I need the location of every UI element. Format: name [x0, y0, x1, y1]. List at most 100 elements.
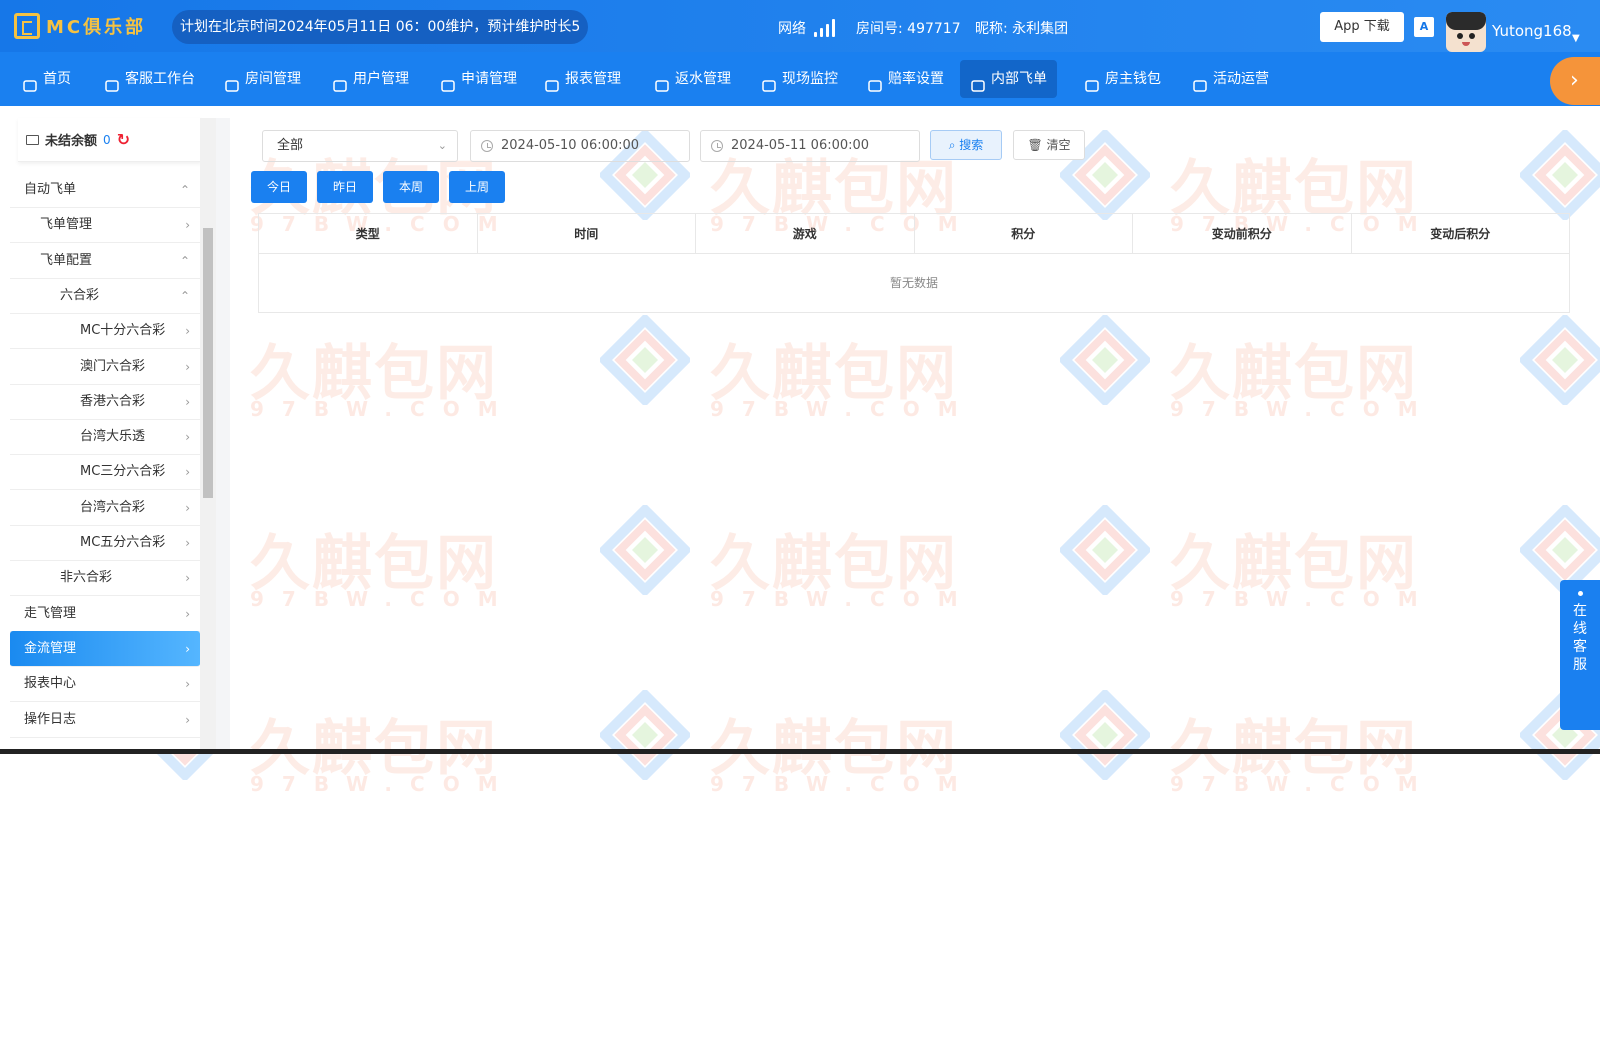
sidebar-item[interactable]: 走飞管理 › [10, 596, 200, 632]
nav-item[interactable]: 房间管理 [214, 60, 311, 98]
sidebar-item[interactable]: 香港六合彩 › [10, 384, 200, 420]
clear-button[interactable]: 🗑 清空 [1013, 130, 1085, 160]
column-header: 类型 [259, 214, 478, 253]
end-date-input[interactable]: 2024-05-11 06:00:00 [700, 130, 920, 162]
translate-icon[interactable]: A [1414, 17, 1434, 37]
shield-icon [867, 71, 883, 92]
start-date-input[interactable]: 2024-05-10 06:00:00 [470, 130, 690, 162]
app-download-button[interactable]: App 下载 [1320, 12, 1404, 42]
end-date-value: 2024-05-11 06:00:00 [731, 138, 870, 153]
sidebar-item[interactable]: 澳门六合彩 › [10, 349, 200, 385]
sidebar-item-label: MC十分六合彩 [80, 323, 166, 339]
sidebar-item-label: 飞单配置 [40, 252, 93, 268]
nav-item[interactable]: 活动运营 [1182, 60, 1279, 98]
chevron-right-icon: › [185, 712, 190, 727]
watermark-logo [1517, 127, 1600, 223]
sidebar-item[interactable]: 台湾大乐透 › [10, 419, 200, 456]
watermark-subtext: 97BW.COM [710, 397, 976, 421]
nav-item-label: 首页 [43, 71, 71, 87]
caret-down-icon[interactable]: ▼ [1572, 33, 1580, 44]
balance-label: 未结余额 [45, 134, 98, 149]
nav-item-label: 申请管理 [461, 71, 517, 87]
watermark-text: 久麒包网 [250, 339, 498, 409]
unsettled-balance: 未结余额 0 ↻ [18, 118, 202, 162]
logo-text: MC俱乐部 [46, 17, 147, 38]
nav-item[interactable]: 内部飞单 [960, 60, 1057, 98]
chevron-right-icon: › [185, 359, 190, 374]
sidebar-scrollbar[interactable] [200, 118, 216, 754]
chevron-up-icon: ⌃ [179, 253, 190, 268]
sidebar-item[interactable]: 台湾六合彩 › [10, 490, 200, 526]
sidebar-item[interactable]: MC十分六合彩 › [10, 313, 200, 350]
watermark-logo [1057, 502, 1153, 598]
trash-icon: 🗑 [1027, 138, 1043, 152]
scroll-thumb[interactable] [203, 228, 213, 498]
nav-item[interactable]: 用户管理 [322, 60, 419, 98]
chevron-right-icon: › [185, 465, 190, 480]
sidebar-item[interactable]: 非六合彩 › [10, 560, 200, 597]
yesterday-button[interactable]: 昨日 [317, 171, 373, 203]
activity-icon [1192, 71, 1208, 92]
last-week-button[interactable]: 上周 [449, 171, 505, 203]
start-date-value: 2024-05-10 06:00:00 [501, 138, 640, 153]
chevron-up-icon: ⌃ [179, 183, 190, 197]
watermark-text: 久麒包网 [250, 714, 498, 784]
sidebar-item[interactable]: MC五分六合彩 › [10, 525, 200, 561]
type-select[interactable]: 全部 ⌄ [262, 130, 458, 162]
sidebar-item[interactable]: 操作日志 › [10, 702, 200, 738]
nav-item[interactable]: 报表管理 [534, 60, 631, 98]
sidebar-item[interactable]: MC三分六合彩 › [10, 454, 200, 491]
sidebar-item-label: 自动飞单 [24, 182, 77, 197]
chevron-down-icon: ⌄ [437, 139, 447, 152]
tag-icon [654, 71, 670, 92]
watermark-text: 久麒包网 [1170, 339, 1418, 409]
nav-item-label: 内部飞单 [991, 71, 1047, 87]
nav-item[interactable]: 客服工作台 [94, 60, 205, 98]
chevron-right-icon: › [185, 218, 190, 233]
sidebar-item[interactable]: 自动飞单 ⌃ [10, 172, 200, 208]
data-table: 类型 时间 游戏 积分 变动前积分 变动后积分 暂无数据 [258, 213, 1570, 313]
column-header: 变动后积分 [1430, 227, 1491, 241]
this-week-button[interactable]: 本周 [383, 171, 439, 203]
chevron-right-icon[interactable]: › [1550, 57, 1600, 105]
balance-value: 0 [103, 132, 111, 147]
sidebar-item[interactable]: 六合彩 ⌃ [10, 278, 200, 314]
today-button[interactable]: 今日 [251, 171, 307, 203]
online-service-label: 在线客服 [1573, 603, 1587, 673]
nav-item-label: 报表管理 [565, 71, 621, 87]
watermark-text: 久麒包网 [710, 339, 958, 409]
nav-item[interactable]: 房主钱包 [1074, 60, 1171, 98]
watermark-text: 久麒包网 [1170, 714, 1418, 784]
nav-item[interactable]: 赔率设置 [857, 60, 954, 98]
empty-state: 暂无数据 [889, 276, 938, 290]
top-bar: MC俱乐部 计划在北京时间2024年05月11日 06：00维护，预计维护时长5… [0, 0, 1600, 52]
refresh-icon[interactable]: ↻ [117, 130, 130, 149]
sidebar-item[interactable]: 飞单管理 › [10, 207, 200, 244]
nav-item[interactable]: 首页 [12, 60, 81, 98]
watermark-subtext: 97BW.COM [250, 397, 516, 421]
watermark-logo [597, 312, 693, 408]
nav-item[interactable]: 现场监控 [751, 60, 848, 98]
avatar[interactable] [1446, 12, 1486, 52]
network-status: 网络 [778, 18, 835, 38]
nav-item[interactable]: 返水管理 [644, 60, 741, 98]
sidebar-item[interactable]: 金流管理 › [10, 630, 200, 667]
nav-item[interactable]: 申请管理 [430, 60, 527, 98]
sidebar-item-label: MC三分六合彩 [80, 464, 166, 480]
sidebar-item[interactable]: 飞单配置 ⌃ [10, 243, 200, 279]
clear-label: 清空 [1046, 138, 1071, 152]
online-service-button[interactable]: 在线客服 [1560, 580, 1600, 730]
search-button[interactable]: ⌕ 搜索 [930, 130, 1002, 160]
sidebar-item-label: 报表中心 [24, 676, 77, 692]
sidebar: 未结余额 0 ↻ 自动飞单 ⌃ 飞单管理 › 飞单配置 ⌃ 六合彩 ⌃ MC十分六合彩 › 澳门六合… [10, 118, 210, 754]
wallet-icon [1084, 71, 1100, 92]
divider [216, 118, 230, 754]
watermark-subtext: 97BW.COM [1170, 397, 1436, 421]
sidebar-item[interactable]: 报表中心 › [10, 666, 200, 703]
chevron-right-icon: › [185, 571, 190, 586]
nickname: 昵称: 永利集团 [975, 21, 1069, 37]
sidebar-item-label: 非六合彩 [60, 570, 113, 586]
table-header: 类型 时间 游戏 积分 变动前积分 变动后积分 [259, 214, 1569, 254]
username[interactable]: Yutong168 [1492, 22, 1572, 40]
watermark-subtext: 97BW.COM [250, 587, 516, 611]
